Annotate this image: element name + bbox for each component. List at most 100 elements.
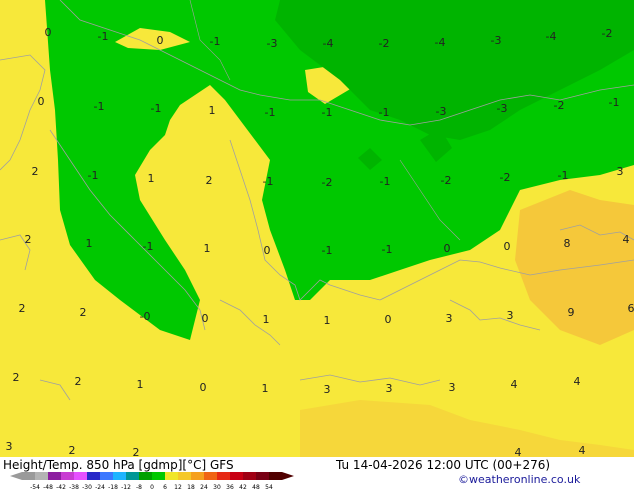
isotherm-label: 0 [504,240,511,253]
isotherm-label: -4 [546,30,557,43]
legend-label: 6 [163,484,167,490]
isotherm-label: -1 [143,240,154,253]
legend-swatch [217,472,230,480]
legend-label: -18 [108,484,118,490]
isotherm-label: 3 [507,309,514,322]
isotherm-label: 0 [202,312,209,325]
map-canvas: 0 -1 0 -1 -3 -4 -2 -4 -3 -4 -2 0 -1 -1 1 -1 -1 -1 -3 -3 -2 -1… [0,0,634,457]
isotherm-label: -2 [322,176,333,189]
isotherm-label: -2 [379,37,390,50]
legend-label: 36 [226,484,234,490]
isotherm-label: 3 [617,165,624,178]
isotherm-label: 3 [449,381,456,394]
legend-swatch [113,472,126,480]
legend-swatch [126,472,139,480]
legend-swatch [22,472,35,480]
isotherm-label: 1 [262,382,269,395]
legend-label: 30 [213,484,221,490]
legend-swatch [243,472,256,480]
legend-swatch [61,472,74,480]
isotherm-label: -0 [140,310,151,323]
isotherm-label: 1 [86,237,93,250]
legend-label: -8 [136,484,142,490]
legend-swatch [178,472,191,480]
legend-label: 54 [265,484,273,490]
isotherm-label: 2 [32,165,39,178]
isotherm-label: -2 [554,99,565,112]
legend-swatch [165,472,178,480]
isotherm-label: 0 [385,313,392,326]
legend-swatch [139,472,152,480]
isotherm-label: 2 [75,375,82,388]
isotherm-label: 1 [324,314,331,327]
legend-labels: -54 -48 -42 -38 -30 -24 -18 -12 -8 0 6 12 18 24 30 36 42… [30,484,273,490]
isotherm-label: 1 [204,242,211,255]
legend-label: 0 [150,484,154,490]
legend-swatch [35,472,48,480]
legend-label: -48 [43,484,53,490]
legend-label: -38 [69,484,79,490]
isotherm-label: -2 [441,174,452,187]
isotherm-label: -1 [382,243,393,256]
credit-link[interactable]: ©weatheronline.co.uk [458,473,580,486]
isotherm-label: 0 [264,244,271,257]
legend-arrow-left [10,472,22,480]
isotherm-label: 3 [6,440,13,453]
legend-label: 12 [174,484,182,490]
isotherm-label: -1 [322,244,333,257]
isotherm-label: -1 [322,106,333,119]
legend-bars [10,472,294,480]
isotherm-label: 0 [157,34,164,47]
legend-swatch [256,472,269,480]
legend-swatch [100,472,113,480]
isotherm-label: 2 [13,371,20,384]
legend-swatch [74,472,87,480]
weather-map: 0 -1 0 -1 -3 -4 -2 -4 -3 -4 -2 0 -1 -1 1 -1 -1 -1 -3 -3 -2 -1… [0,0,634,457]
isotherm-label: 0 [444,242,451,255]
isotherm-label: -3 [491,34,502,47]
isotherm-label: -1 [263,175,274,188]
legend-swatch [204,472,217,480]
legend-label: 42 [239,484,247,490]
isotherm-label: 2 [25,233,32,246]
isotherm-label: 4 [574,375,581,388]
isotherm-label: 0 [200,381,207,394]
isotherm-label: 0 [38,95,45,108]
isotherm-label: 4 [515,446,522,457]
isotherm-label: -1 [88,169,99,182]
isotherm-label: 2 [19,302,26,315]
isotherm-label: -1 [98,30,109,43]
legend-label: -54 [30,484,40,490]
legend-swatch [87,472,100,480]
legend-swatch [191,472,204,480]
legend-label: -42 [56,484,66,490]
legend-swatch [48,472,61,480]
isotherm-label: 1 [263,313,270,326]
isotherm-label: 9 [568,306,575,319]
isotherm-label: -2 [602,27,613,40]
legend-swatch [230,472,243,480]
isotherm-label: 4 [623,233,630,246]
isotherm-label: 3 [386,382,393,395]
isotherm-label: 4 [511,378,518,391]
isotherm-label: -4 [435,36,446,49]
legend-swatch [269,472,282,480]
isotherm-label: -1 [558,169,569,182]
isotherm-label: 8 [564,237,571,250]
color-legend: -54 -48 -42 -38 -30 -24 -18 -12 -8 0 6 12 18 24 30 36 42… [10,472,294,490]
legend-label: 18 [187,484,195,490]
legend-label: -24 [95,484,105,490]
isotherm-label: -2 [500,171,511,184]
isotherm-label: 4 [579,444,586,457]
legend-label: -12 [121,484,131,490]
isotherm-label: -1 [609,96,620,109]
isotherm-label: 1 [209,104,216,117]
isotherm-label: 2 [80,306,87,319]
isotherm-label: 1 [137,378,144,391]
isotherm-label: 2 [206,174,213,187]
isotherm-label: 2 [133,446,140,457]
isotherm-label: -1 [94,100,105,113]
isotherm-label: 3 [446,312,453,325]
legend-label: -30 [82,484,92,490]
isotherm-label: -1 [210,35,221,48]
